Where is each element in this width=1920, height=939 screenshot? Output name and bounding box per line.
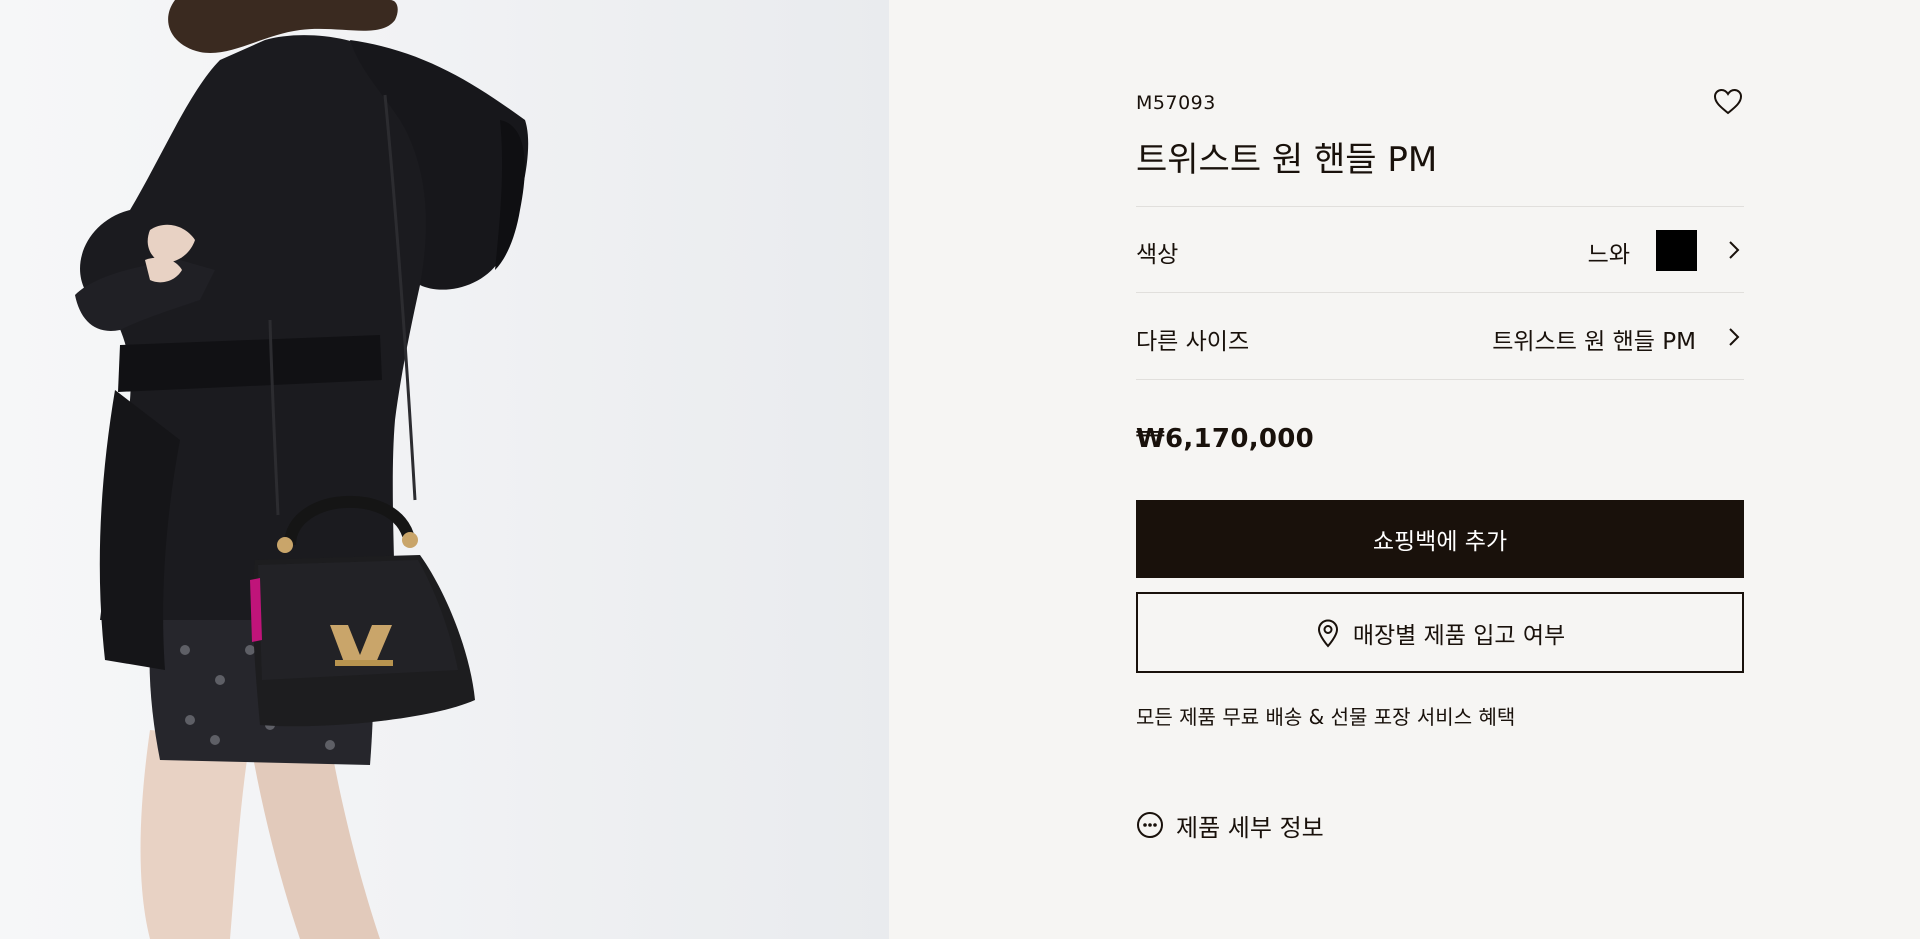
chevron-right-icon bbox=[1724, 325, 1744, 349]
size-label: 다른 사이즈 bbox=[1136, 329, 1250, 355]
product-sku: M57093 bbox=[1136, 92, 1216, 114]
size-selector[interactable]: 다른 사이즈 트위스트 원 핸들 PM bbox=[1136, 294, 1744, 380]
location-pin-icon bbox=[1315, 618, 1341, 648]
store-availability-button[interactable]: 매장별 제품 입고 여부 bbox=[1136, 592, 1744, 673]
more-dots-icon bbox=[1136, 811, 1164, 839]
product-page: M57093 트위스트 원 핸들 PM 색상 느와 다른 사이즈 트위스트 원 … bbox=[0, 0, 1920, 939]
product-price: ₩6,170,000 bbox=[1136, 424, 1315, 454]
color-label: 색상 bbox=[1136, 242, 1179, 268]
add-to-bag-label: 쇼핑백에 추가 bbox=[1372, 529, 1508, 555]
size-value: 트위스트 원 핸들 PM bbox=[1492, 329, 1696, 355]
heart-icon[interactable] bbox=[1712, 86, 1744, 118]
model-with-bag-illustration bbox=[75, 0, 529, 939]
color-selector[interactable]: 색상 느와 bbox=[1136, 207, 1744, 293]
color-swatch bbox=[1656, 230, 1697, 271]
color-value: 느와 bbox=[1587, 242, 1630, 268]
product-details-label: 제품 세부 정보 bbox=[1176, 813, 1324, 842]
product-details-toggle[interactable]: 제품 세부 정보 bbox=[1136, 808, 1324, 842]
chevron-right-icon bbox=[1724, 238, 1744, 262]
service-benefit-text: 모든 제품 무료 배송 & 선물 포장 서비스 혜택 bbox=[1136, 705, 1516, 729]
divider bbox=[1136, 292, 1744, 293]
store-availability-label: 매장별 제품 입고 여부 bbox=[1352, 622, 1566, 649]
divider bbox=[1136, 379, 1744, 380]
add-to-bag-button[interactable]: 쇼핑백에 추가 bbox=[1136, 500, 1744, 578]
product-title: 트위스트 원 핸들 PM bbox=[1136, 140, 1438, 180]
product-photo bbox=[0, 0, 889, 939]
